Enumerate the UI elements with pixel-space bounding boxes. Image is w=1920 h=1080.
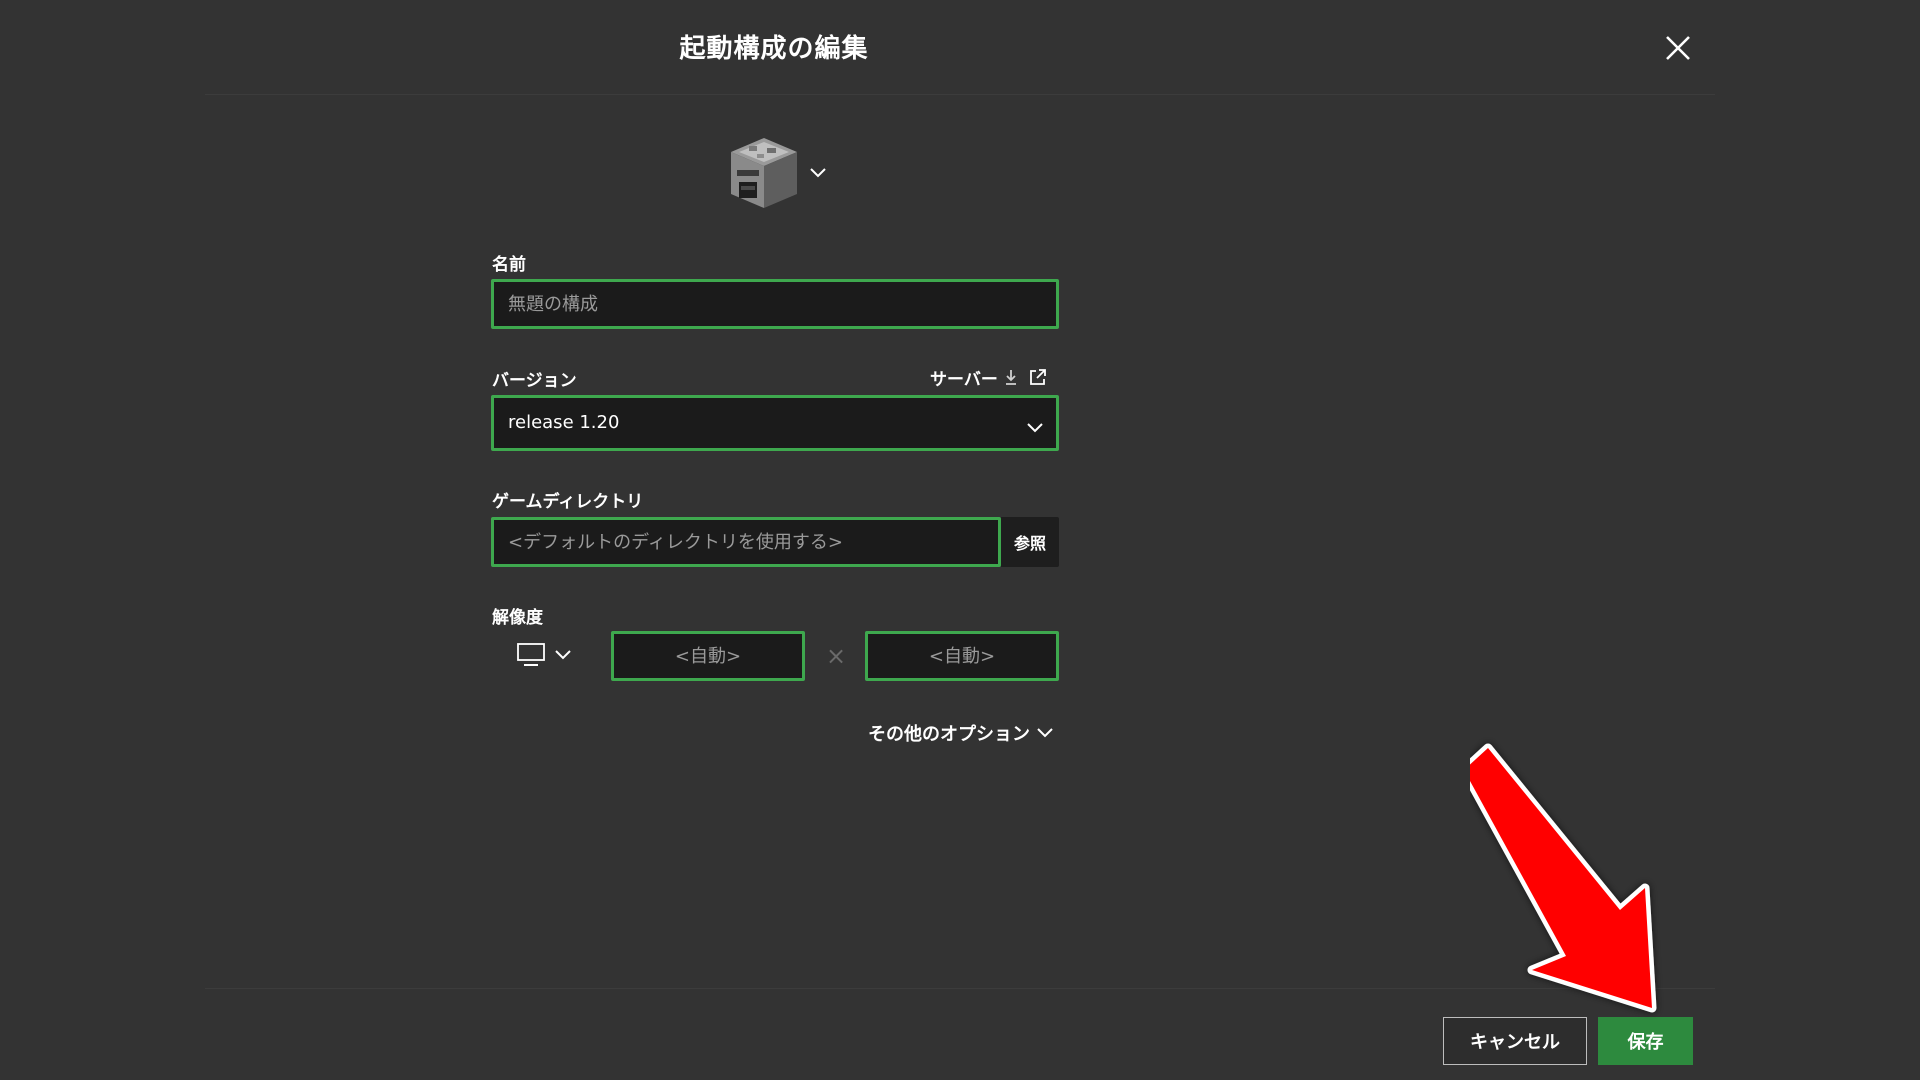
more-options-label: その他のオプション <box>868 724 1030 745</box>
version-label: バージョン <box>492 371 577 391</box>
server-link-label: サーバー <box>930 369 998 390</box>
dialog-title: 起動構成の編集 <box>679 34 869 64</box>
more-options-toggle[interactable]: その他のオプション <box>868 720 1054 746</box>
edit-installation-dialog: 起動構成の編集 名前 バージョン サーバー <box>0 0 1920 1080</box>
chevron-down-icon <box>1027 423 1043 433</box>
resolution-label: 解像度 <box>492 608 543 628</box>
resolution-separator: × <box>826 642 847 670</box>
monitor-icon <box>517 643 545 666</box>
header-divider <box>205 94 1715 95</box>
save-button[interactable]: 保存 <box>1598 1017 1693 1065</box>
browse-button[interactable]: 参照 <box>1001 517 1059 567</box>
installation-icon-picker[interactable] <box>727 134 837 214</box>
resolution-height-input[interactable] <box>865 631 1059 681</box>
close-icon[interactable] <box>1662 32 1694 64</box>
external-link-icon <box>1029 369 1046 385</box>
monitor-select[interactable] <box>516 640 580 670</box>
resolution-width-input[interactable] <box>611 631 805 681</box>
name-input[interactable] <box>491 279 1059 329</box>
footer-divider <box>205 988 1715 989</box>
annotation-arrow-icon <box>1470 743 1657 1013</box>
chevron-down-icon <box>555 650 571 660</box>
name-label: 名前 <box>492 255 526 275</box>
game-directory-label: ゲームディレクトリ <box>492 492 644 512</box>
version-select-value: release 1.20 <box>508 412 620 433</box>
cancel-button[interactable]: キャンセル <box>1443 1017 1587 1065</box>
game-directory-input[interactable] <box>491 517 1001 567</box>
chevron-down-icon <box>1037 728 1053 738</box>
download-icon <box>1005 370 1016 385</box>
chevron-down-icon <box>810 168 826 178</box>
furnace-icon <box>731 138 797 208</box>
version-select[interactable]: release 1.20 <box>491 395 1059 451</box>
server-download-link[interactable]: サーバー <box>930 364 1048 390</box>
